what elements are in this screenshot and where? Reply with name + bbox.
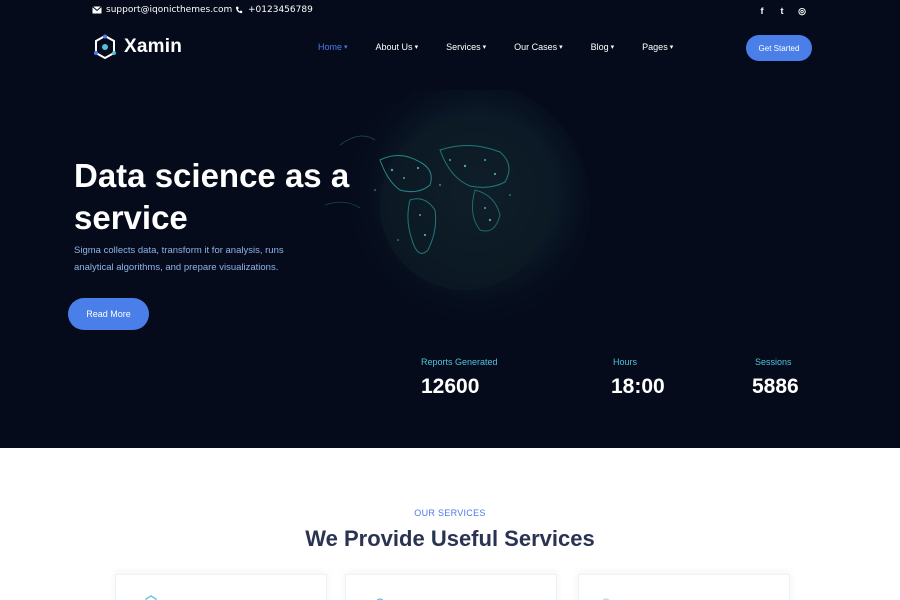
stat-label: Reports Generated [421, 357, 498, 367]
stat-value: 12600 [421, 375, 480, 398]
top-contact-bar: support@iqonicthemes.com +0123456789 f t… [0, 0, 900, 22]
brand-name: Xamin [124, 36, 183, 57]
logo-mark-icon [94, 34, 116, 60]
nav-label: Services [446, 42, 481, 52]
hero-title: Data science as a service [74, 157, 350, 236]
twitter-icon[interactable]: t [778, 5, 786, 17]
section-eyebrow: OUR SERVICES [414, 508, 486, 518]
stat-value: 18:00 [611, 375, 665, 398]
stat-label: Sessions [755, 357, 792, 367]
service-card[interactable] [115, 574, 327, 600]
nav-label: Pages [642, 42, 668, 52]
nav-label: Our Cases [514, 42, 558, 52]
nav-item-pages[interactable]: Pages ▾ [642, 42, 673, 52]
stat-hours: Hours 18:00 [611, 357, 665, 399]
main-navigation: Home ▾ About Us ▾ Services ▾ Our Cases ▾… [318, 42, 701, 52]
stat-reports-generated: Reports Generated 12600 [421, 357, 498, 399]
service-icon [602, 598, 610, 600]
service-card[interactable] [578, 574, 790, 600]
stat-label: Hours [613, 357, 638, 367]
email-text: support@iqonicthemes.com [106, 5, 233, 15]
chevron-down-icon: ▾ [344, 44, 348, 51]
nav-label: Home [318, 42, 343, 52]
instagram-icon[interactable]: ◎ [798, 5, 806, 17]
nav-item-home[interactable]: Home ▾ [318, 42, 348, 52]
chevron-down-icon: ▾ [414, 44, 419, 51]
get-started-button[interactable]: Get Started [746, 35, 812, 61]
phone-text: +0123456789 [248, 5, 313, 15]
service-card[interactable] [345, 574, 557, 600]
phone-contact[interactable]: +0123456789 [234, 5, 313, 15]
globe-illustration [324, 90, 590, 330]
read-more-button[interactable]: Read More [68, 298, 149, 330]
mail-icon [92, 6, 102, 14]
chevron-down-icon: ▾ [482, 44, 487, 51]
stat-sessions: Sessions 5886 [752, 357, 799, 399]
services-section: OUR SERVICES We Provide Useful Services [0, 448, 900, 600]
nav-item-about-us[interactable]: About Us ▾ [376, 42, 419, 52]
chevron-down-icon: ▾ [559, 44, 563, 51]
phone-icon [235, 6, 243, 14]
nav-item-blog[interactable]: Blog ▾ [591, 42, 615, 52]
hero-subtitle: Sigma collects data, transform it for an… [74, 245, 284, 273]
chevron-down-icon: ▾ [610, 44, 615, 51]
facebook-icon[interactable]: f [758, 5, 766, 17]
nav-label: About Us [375, 42, 413, 52]
hero-section: support@iqonicthemes.com +0123456789 f t… [0, 0, 900, 448]
chevron-down-icon: ▾ [669, 44, 674, 51]
nav-label: Blog [590, 42, 609, 52]
stat-value: 5886 [752, 375, 799, 398]
social-links: f t ◎ [758, 5, 806, 17]
email-contact[interactable]: support@iqonicthemes.com [92, 5, 232, 15]
section-title: We Provide Useful Services [305, 526, 595, 551]
nav-item-services[interactable]: Services ▾ [446, 42, 486, 52]
hexagon-icon [145, 595, 157, 600]
service-icon [376, 598, 384, 600]
brand-logo[interactable]: Xamin [92, 34, 182, 60]
nav-item-our-cases[interactable]: Our Cases ▾ [514, 42, 563, 52]
